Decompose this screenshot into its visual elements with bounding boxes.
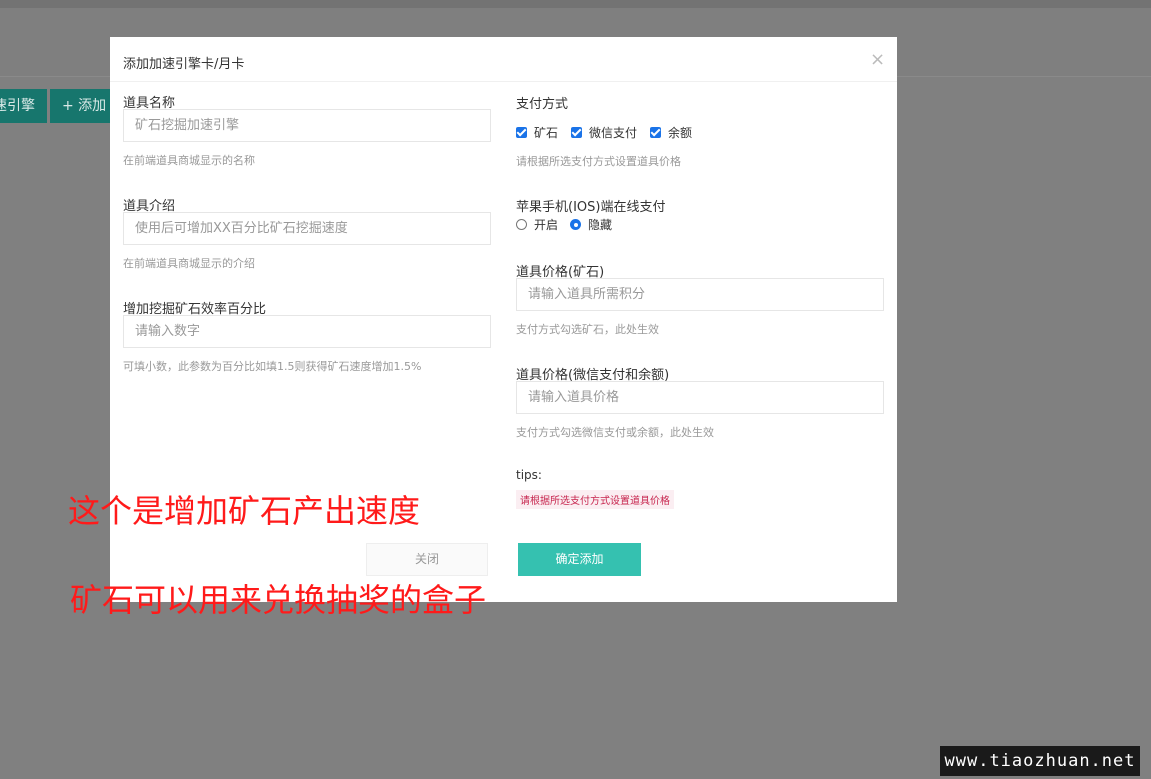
payment-method-label: 支付方式	[516, 97, 569, 112]
tips-badge: 请根据所选支付方式设置道具价格	[516, 490, 674, 509]
item-name-help: 在前端道具商城显示的名称	[123, 154, 255, 167]
checkbox-checked-icon[interactable]	[571, 127, 582, 138]
ios-option-label: 开启	[534, 218, 559, 232]
modal-title-divider	[110, 81, 897, 82]
price-money-input[interactable]	[516, 381, 884, 414]
annotation-line-1: 这个是增加矿石产出速度	[68, 492, 421, 530]
modal-title: 添加加速引擎卡/月卡	[123, 57, 245, 72]
price-ore-help: 支付方式勾选矿石，此处生效	[516, 323, 659, 336]
tips-label: tips:	[516, 468, 542, 482]
confirm-add-button[interactable]: 确定添加	[518, 543, 641, 576]
payment-option-ore[interactable]: 矿石	[516, 124, 558, 141]
payment-option-label: 余额	[668, 126, 693, 140]
background-add-button[interactable]: + 添加	[50, 89, 110, 123]
item-name-input[interactable]	[123, 109, 491, 142]
price-money-help: 支付方式勾选微信支付或余额，此处生效	[516, 426, 714, 439]
efficiency-rate-help: 可填小数，此参数为百分比如填1.5则获得矿石速度增加1.5%	[123, 360, 422, 373]
item-intro-help: 在前端道具商城显示的介绍	[123, 257, 255, 270]
ios-payment-label: 苹果手机(IOS)端在线支付	[516, 200, 666, 215]
radio-selected-icon[interactable]	[570, 219, 581, 230]
payment-option-label: 微信支付	[589, 126, 638, 140]
background-speed-engine-button[interactable]: 速引擎	[0, 89, 47, 123]
ios-option-hide[interactable]: 隐藏	[570, 216, 612, 233]
efficiency-rate-input[interactable]	[123, 315, 491, 348]
annotation-line-2: 矿石可以用来兑换抽奖的盒子	[70, 581, 487, 619]
checkbox-checked-icon[interactable]	[516, 127, 527, 138]
checkbox-checked-icon[interactable]	[650, 127, 661, 138]
payment-method-help: 请根据所选支付方式设置道具价格	[516, 155, 681, 168]
payment-option-balance[interactable]: 余额	[650, 124, 692, 141]
payment-option-label: 矿石	[534, 126, 559, 140]
background-top-bar	[0, 0, 1151, 8]
close-icon[interactable]: ×	[870, 49, 885, 70]
ios-option-enable[interactable]: 开启	[516, 216, 558, 233]
item-intro-input[interactable]	[123, 212, 491, 245]
radio-unselected-icon[interactable]	[516, 219, 527, 230]
close-button[interactable]: 关闭	[366, 543, 488, 576]
ios-option-label: 隐藏	[588, 218, 613, 232]
watermark: www.tiaozhuan.net	[940, 746, 1140, 776]
price-ore-input[interactable]	[516, 278, 884, 311]
payment-option-wechat[interactable]: 微信支付	[571, 124, 637, 141]
